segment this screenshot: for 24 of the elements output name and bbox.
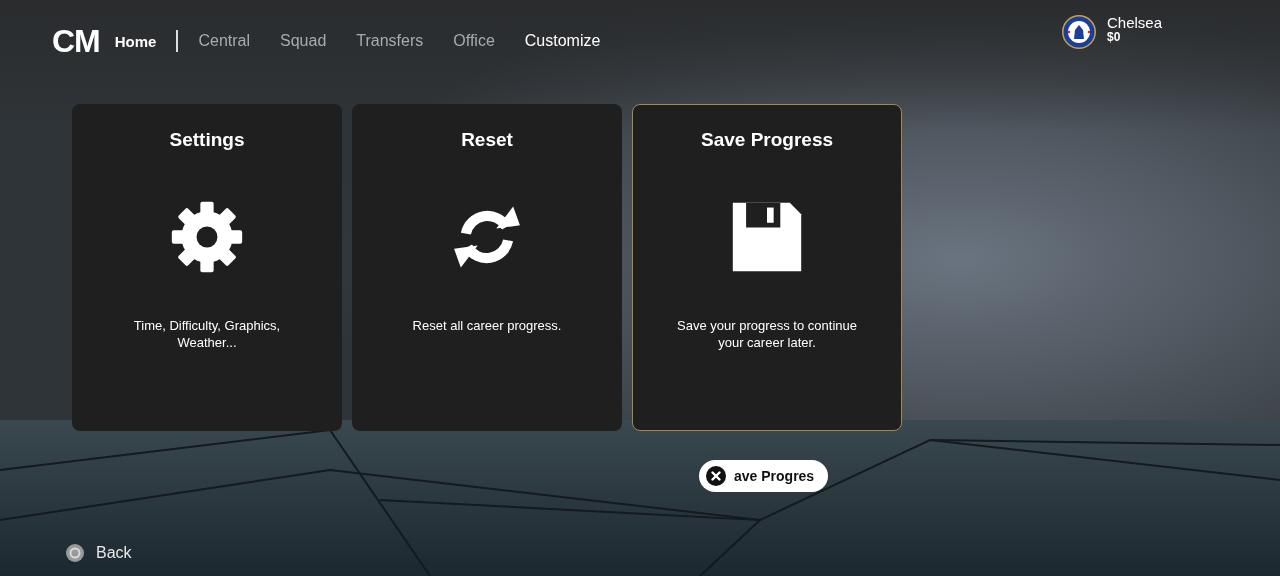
back-button[interactable]: Back: [66, 544, 132, 562]
card-title: Settings: [169, 129, 245, 151]
club-name: Chelsea: [1106, 14, 1162, 31]
card-description: Time, Difficulty, Graphics, Weather...: [132, 317, 282, 351]
option-card[interactable]: Settings Time, Difficulty, Graphics, Weather...: [72, 104, 342, 431]
close-icon: [706, 466, 726, 486]
nav-tab[interactable]: Customize: [524, 32, 601, 50]
circle-button-icon: [66, 544, 84, 562]
save-progress-button[interactable]: ave Progres: [699, 460, 829, 492]
nav-tab[interactable]: Central: [198, 32, 251, 50]
card-title: Save Progress: [701, 129, 833, 151]
nav-tab[interactable]: Squad: [280, 32, 327, 50]
section-title: Home: [114, 32, 157, 50]
nav-tab[interactable]: Office: [453, 32, 495, 50]
gear-icon: [169, 199, 245, 275]
club-crest-icon: [1060, 14, 1097, 50]
card-description: Save your progress to continue your career later.: [676, 317, 858, 351]
card-description: Reset all career progress.: [411, 317, 563, 334]
option-card[interactable]: Save Progress Save your progress to continue your career later.: [632, 104, 902, 431]
card-title: Reset: [461, 129, 513, 151]
option-card[interactable]: Reset Reset all career progress.: [352, 104, 622, 431]
nav-tab[interactable]: Transfers: [356, 32, 424, 50]
game-logo: CM: [52, 22, 100, 60]
club-balance: $0: [1106, 31, 1122, 44]
